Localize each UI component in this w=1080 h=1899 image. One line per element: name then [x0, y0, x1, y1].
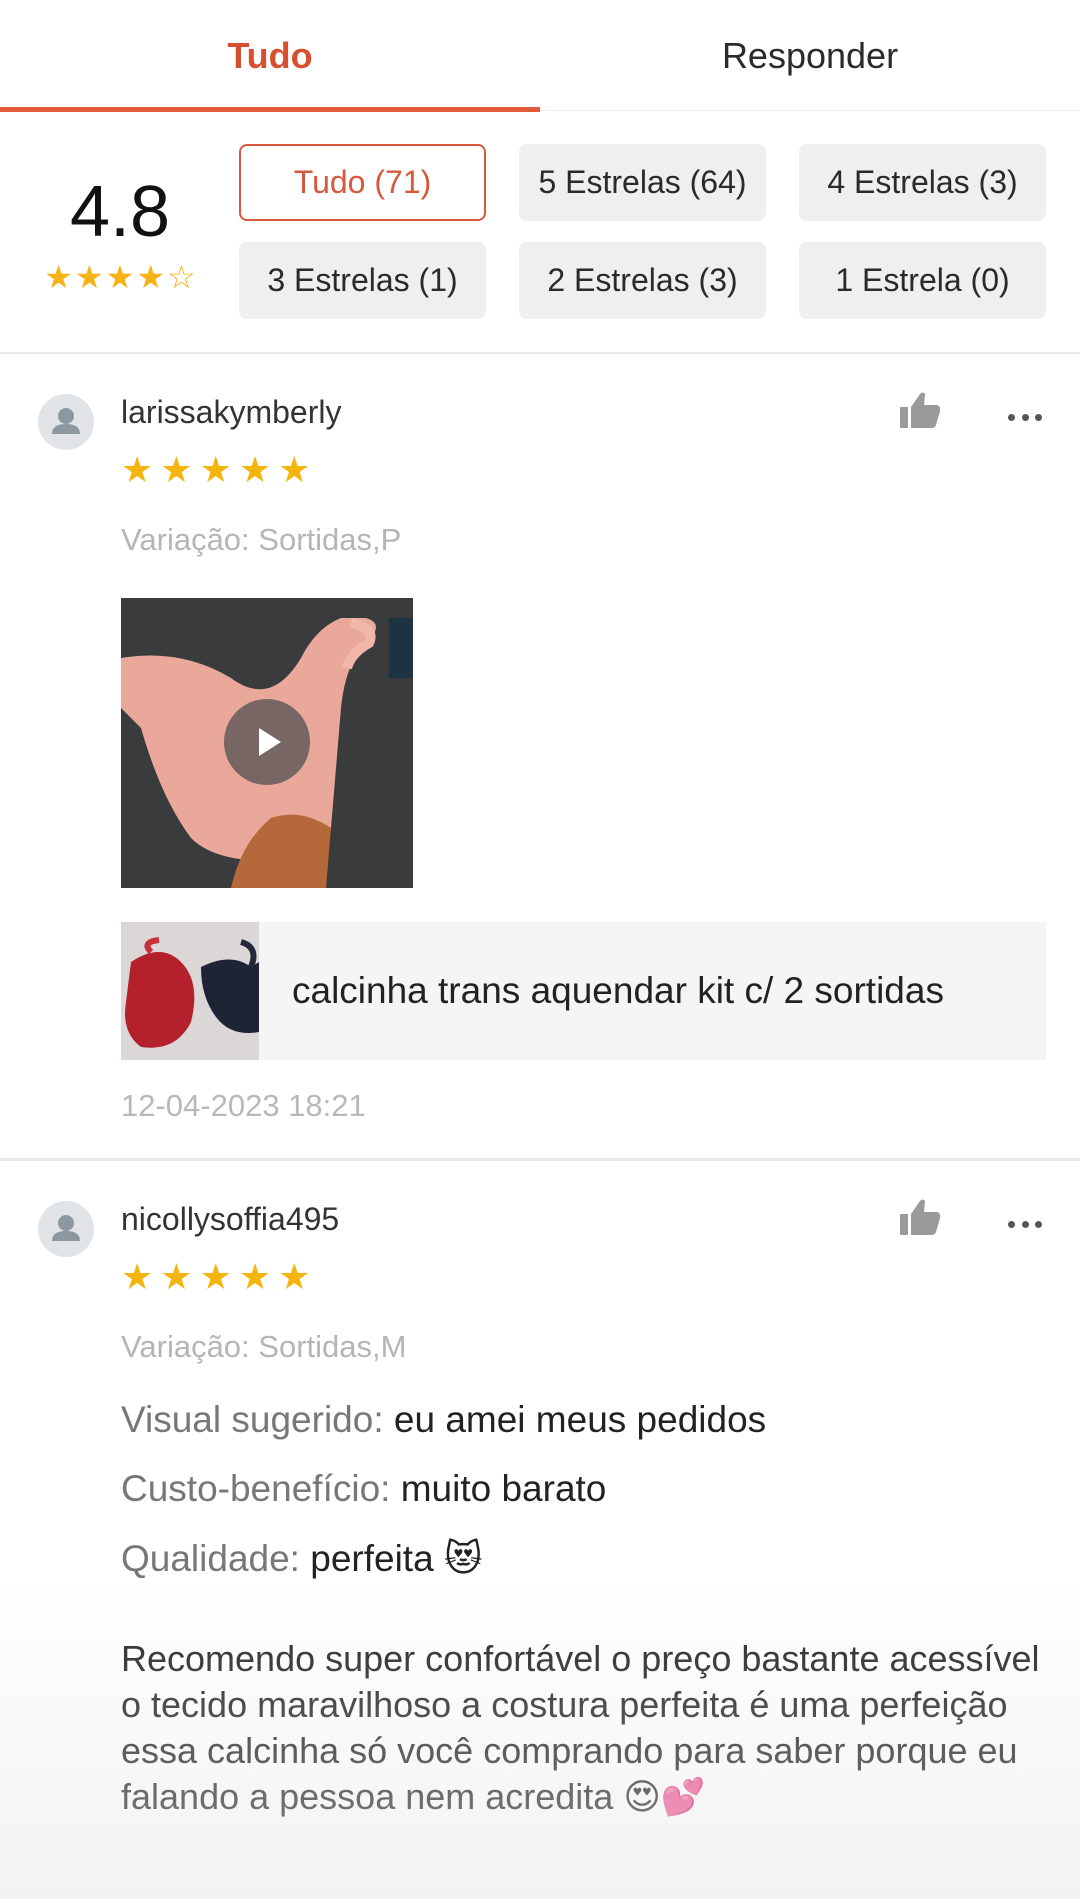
- field-key: Custo-benefício:: [121, 1468, 391, 1509]
- review-stars: ★ ★ ★ ★ ★: [121, 1259, 310, 1295]
- filter-2-stars[interactable]: 2 Estrelas (3): [519, 242, 766, 319]
- review-video-thumbnail[interactable]: [121, 598, 413, 888]
- filter-3-stars[interactable]: 3 Estrelas (1): [239, 242, 486, 319]
- filter-1-star[interactable]: 1 Estrela (0): [799, 242, 1046, 319]
- review-username[interactable]: larissakymberly: [121, 394, 341, 431]
- play-icon[interactable]: [224, 699, 310, 785]
- star-icon: ★: [199, 449, 232, 490]
- review-variation: Variação: Sortidas,M: [121, 1329, 407, 1364]
- review-field-value-for-money: Custo-benefício: muito barato: [121, 1468, 606, 1510]
- star-icon: ★: [278, 1256, 311, 1297]
- average-stars: ★ ★ ★ ★ ☆: [30, 261, 210, 293]
- star-icon: ★: [121, 1256, 154, 1297]
- tab-reply[interactable]: Responder: [540, 0, 1080, 111]
- star-icon: ★: [121, 449, 154, 490]
- product-thumbnail: [121, 922, 259, 1060]
- review-stars: ★ ★ ★ ★ ★: [121, 452, 310, 488]
- star-icon: ★: [238, 449, 272, 490]
- star-outline-icon: ☆: [167, 259, 196, 295]
- user-avatar-icon[interactable]: [38, 394, 94, 450]
- review-date: 12-04-2023 18:21: [121, 1088, 366, 1123]
- filter-4-stars[interactable]: 4 Estrelas (3): [799, 144, 1046, 221]
- field-value: perfeita 😻: [310, 1538, 483, 1579]
- review-variation: Variação: Sortidas,P: [121, 522, 402, 557]
- more-dots-icon[interactable]: [1008, 412, 1042, 422]
- field-value: muito barato: [400, 1468, 607, 1509]
- star-icon: ★: [238, 1256, 272, 1297]
- review-text: Recomendo super confortável o preço bast…: [121, 1638, 1040, 1817]
- product-card[interactable]: calcinha trans aquendar kit c/ 2 sortida…: [121, 922, 1046, 1060]
- star-icon: ★: [278, 449, 311, 490]
- product-name[interactable]: calcinha trans aquendar kit c/ 2 sortida…: [292, 922, 944, 1060]
- star-icon: ★: [199, 1256, 232, 1297]
- star-icon: ★: [160, 449, 193, 490]
- review-item: larissakymberly ★ ★ ★ ★ ★ Variação: Sort…: [0, 354, 1080, 1160]
- star-icon: ★: [44, 259, 73, 295]
- star-icon: ★: [105, 259, 135, 295]
- field-value: eu amei meus pedidos: [393, 1399, 767, 1440]
- star-icon: ★: [160, 1256, 193, 1297]
- field-key: Qualidade:: [121, 1538, 300, 1579]
- thumbs-up-icon[interactable]: [898, 390, 942, 430]
- review-field-quality: Qualidade: perfeita 😻: [121, 1537, 483, 1580]
- user-avatar-icon[interactable]: [38, 1201, 94, 1257]
- star-icon: ★: [74, 259, 104, 295]
- filter-all[interactable]: Tudo (71): [239, 144, 486, 221]
- star-icon: ★: [136, 259, 166, 295]
- tab-all[interactable]: Tudo: [0, 0, 540, 112]
- field-key: Visual sugerido:: [121, 1399, 384, 1440]
- filter-5-stars[interactable]: 5 Estrelas (64): [519, 144, 766, 221]
- tab-bar: Tudo Responder: [0, 0, 1080, 112]
- rating-summary: 4.8 ★ ★ ★ ★ ☆ Tudo (71) 5 Estrelas (64) …: [0, 111, 1080, 354]
- review-item: nicollysoffia495 ★ ★ ★ ★ ★ Variação: Sor…: [0, 1161, 1080, 1899]
- more-dots-icon[interactable]: [1008, 1219, 1042, 1229]
- review-username[interactable]: nicollysoffia495: [121, 1201, 339, 1238]
- thumbs-up-icon[interactable]: [898, 1197, 942, 1237]
- average-score: 4.8: [69, 172, 171, 252]
- review-field-visual: Visual sugerido: eu amei meus pedidos: [121, 1399, 766, 1441]
